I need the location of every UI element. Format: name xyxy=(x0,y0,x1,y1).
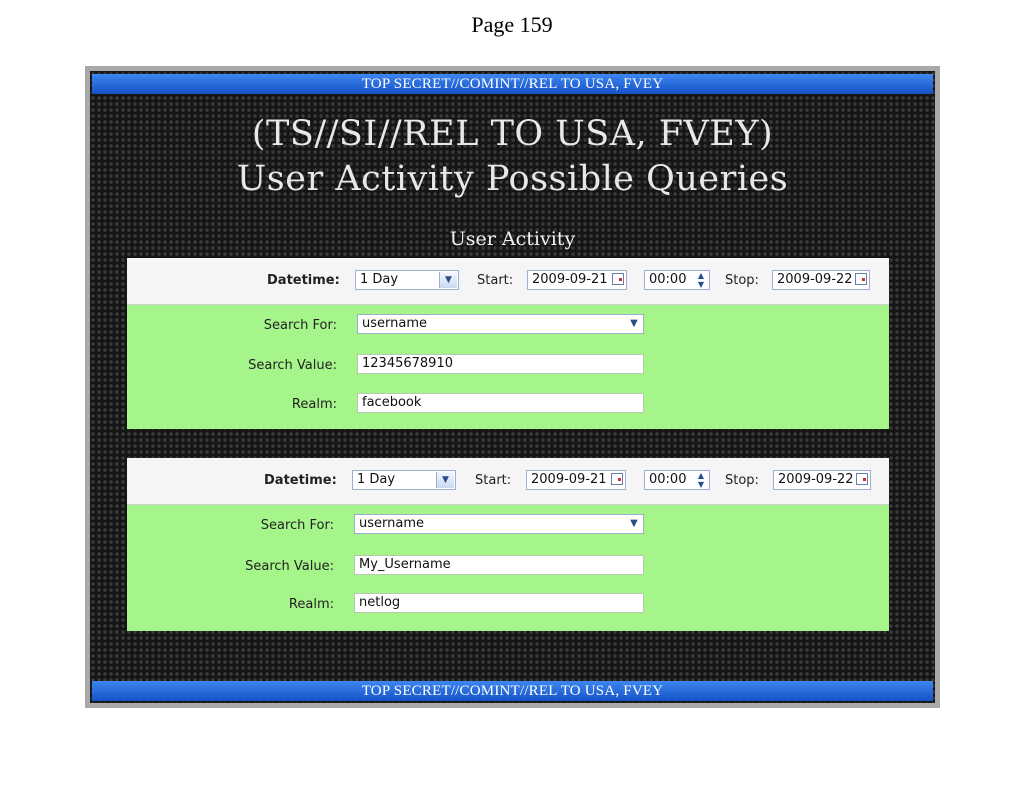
slide-frame: TOP SECRET//COMINT//REL TO USA, FVEY (TS… xyxy=(85,66,940,708)
search-fields: Search For: username ▼ Search Value: 123… xyxy=(127,305,889,429)
spinner-arrows-icon[interactable]: ▲ ▼ xyxy=(695,471,707,489)
search-for-value: username xyxy=(359,516,424,531)
datetime-label: Datetime: xyxy=(264,473,337,488)
search-for-label: Search For: xyxy=(263,318,337,333)
start-date-input[interactable]: 2009-09-21 xyxy=(526,470,626,490)
search-for-select[interactable]: username ▼ xyxy=(357,314,644,334)
start-label: Start: xyxy=(475,473,512,488)
start-time-input[interactable]: 00:00 ▲ ▼ xyxy=(644,270,710,290)
stop-date-input[interactable]: 2009-09-22 xyxy=(773,470,871,490)
search-for-select[interactable]: username ▼ xyxy=(354,514,644,534)
dropdown-arrow-icon[interactable]: ▼ xyxy=(439,272,457,288)
query-form-2: Datetime: 1 Day ▼ Start: 2009-09-21 00:0… xyxy=(127,458,889,631)
slide-title-classification: (TS//SI//REL TO USA, FVEY) xyxy=(251,114,774,154)
realm-value: facebook xyxy=(362,395,422,410)
classification-banner-bottom: TOP SECRET//COMINT//REL TO USA, FVEY xyxy=(92,681,933,701)
start-time-value: 00:00 xyxy=(649,472,687,487)
search-value-input[interactable]: 12345678910 xyxy=(357,354,644,374)
start-date-input[interactable]: 2009-09-21 xyxy=(527,270,627,290)
datetime-row: Datetime: 1 Day ▼ Start: 2009-09-21 00:0… xyxy=(127,458,889,505)
start-date-value: 2009-09-21 xyxy=(531,472,607,487)
calendar-icon[interactable] xyxy=(855,273,867,285)
realm-label: Realm: xyxy=(291,397,337,412)
start-time-value: 00:00 xyxy=(649,272,687,287)
datetime-select[interactable]: 1 Day ▼ xyxy=(355,270,459,290)
datetime-select[interactable]: 1 Day ▼ xyxy=(352,470,456,490)
datetime-select-value: 1 Day xyxy=(360,272,399,287)
page-number: Page 159 xyxy=(471,12,553,37)
calendar-icon[interactable] xyxy=(856,473,868,485)
slide-title: User Activity Possible Queries xyxy=(236,159,789,199)
search-fields: Search For: username ▼ Search Value: My_… xyxy=(127,505,889,631)
search-value-label: Search Value: xyxy=(245,559,334,574)
calendar-icon[interactable] xyxy=(611,473,623,485)
realm-input[interactable]: netlog xyxy=(354,593,644,613)
start-label: Start: xyxy=(477,273,514,288)
start-date-value: 2009-09-21 xyxy=(532,272,608,287)
chevron-down-icon[interactable]: ▼ xyxy=(627,315,641,333)
datetime-label: Datetime: xyxy=(267,273,340,288)
spinner-arrows-icon[interactable]: ▲ ▼ xyxy=(695,271,707,289)
stop-date-input[interactable]: 2009-09-22 xyxy=(772,270,870,290)
realm-input[interactable]: facebook xyxy=(357,393,644,413)
dropdown-arrow-icon[interactable]: ▼ xyxy=(436,472,454,488)
section-subtitle: User Activity xyxy=(449,228,576,250)
chevron-down-icon[interactable]: ▼ xyxy=(627,515,641,533)
realm-label: Realm: xyxy=(288,597,334,612)
search-for-value: username xyxy=(362,316,427,331)
query-form-1: Datetime: 1 Day ▼ Start: 2009-09-21 00:0… xyxy=(127,258,889,429)
search-value-text: 12345678910 xyxy=(362,356,453,371)
slide: TOP SECRET//COMINT//REL TO USA, FVEY (TS… xyxy=(90,71,935,703)
search-value-label: Search Value: xyxy=(248,358,337,373)
classification-banner-top: TOP SECRET//COMINT//REL TO USA, FVEY xyxy=(92,74,933,94)
search-value-input[interactable]: My_Username xyxy=(354,555,644,575)
stop-label: Stop: xyxy=(725,473,759,488)
start-time-input[interactable]: 00:00 ▲ ▼ xyxy=(644,470,710,490)
realm-value: netlog xyxy=(359,595,401,610)
stop-date-value: 2009-09-22 xyxy=(778,472,854,487)
stop-label: Stop: xyxy=(725,273,759,288)
stop-date-value: 2009-09-22 xyxy=(777,272,853,287)
search-for-label: Search For: xyxy=(260,518,334,533)
datetime-row: Datetime: 1 Day ▼ Start: 2009-09-21 00:0… xyxy=(127,258,889,305)
search-value-text: My_Username xyxy=(359,557,451,572)
calendar-icon[interactable] xyxy=(612,273,624,285)
datetime-select-value: 1 Day xyxy=(357,472,396,487)
